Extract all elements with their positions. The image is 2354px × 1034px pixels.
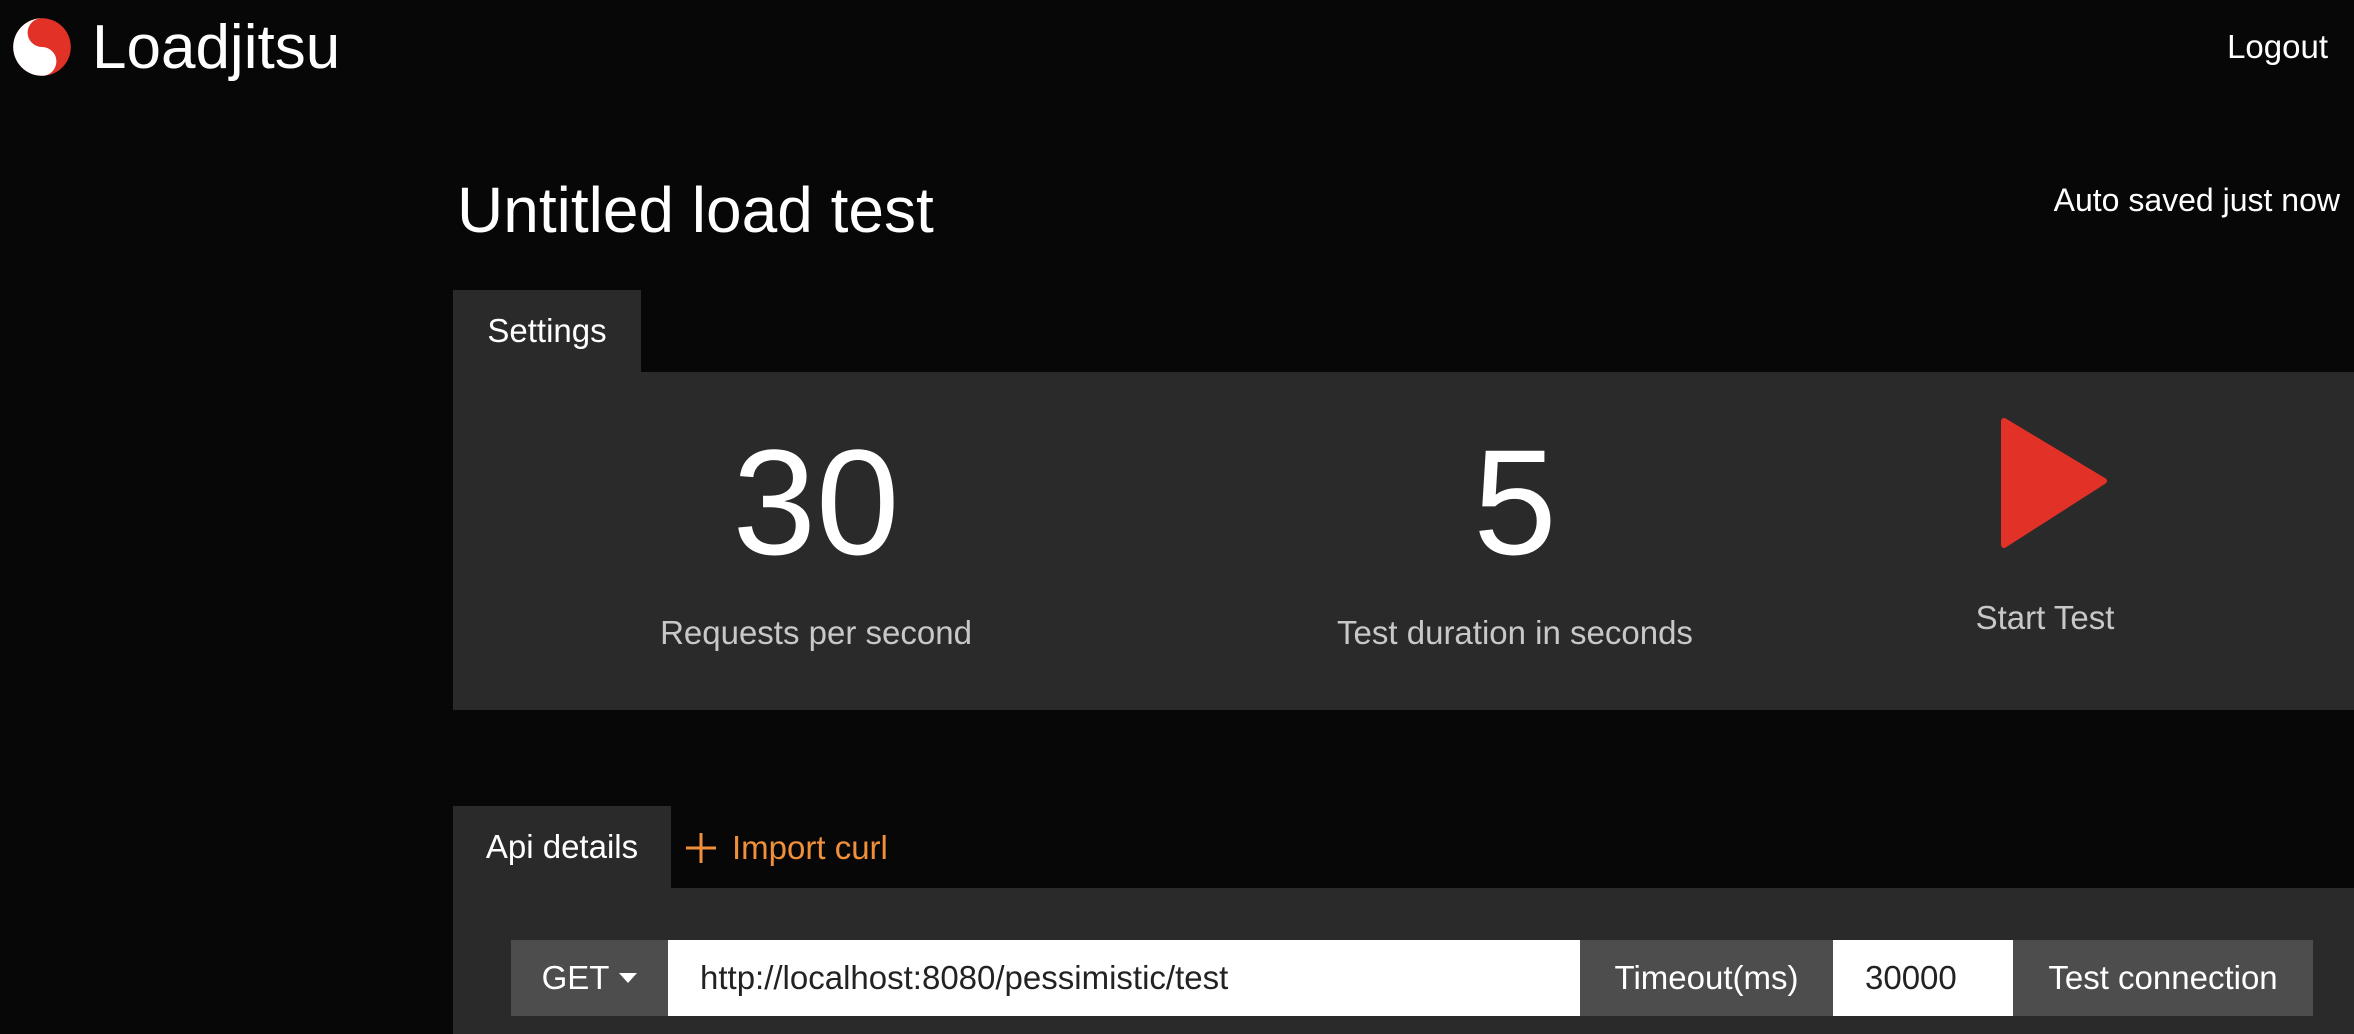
autosave-status: Auto saved just now (2053, 182, 2340, 218)
play-icon[interactable] (2000, 417, 2110, 549)
caret-down-icon (619, 973, 638, 983)
logout-button[interactable]: Logout (2227, 26, 2328, 68)
timeout-input[interactable] (1833, 940, 2013, 1016)
tab-api-details-label: Api details (485, 828, 639, 865)
tab-api-details[interactable]: Api details (453, 806, 671, 888)
timeout-label: Timeout(ms) (1580, 940, 1833, 1016)
import-curl-button[interactable]: Import curl (684, 826, 888, 870)
duration-label: Test duration in seconds (1337, 614, 1693, 651)
plus-icon (686, 833, 716, 863)
settings-panel: 30 Requests per second 5 Test duration i… (453, 372, 2354, 710)
tab-settings-label: Settings (487, 312, 607, 349)
test-connection-button[interactable]: Test connection (2013, 940, 2313, 1016)
request-row: GET Timeout(ms) Test connection (511, 940, 2313, 1016)
app-name: Loadjitsu (92, 13, 341, 82)
api-details-panel: GET Timeout(ms) Test connection (453, 888, 2354, 1034)
requests-per-second-value[interactable]: 30 (641, 422, 991, 582)
start-test-label: Start Test (1975, 599, 2115, 636)
url-input[interactable] (668, 940, 1580, 1016)
tab-settings[interactable]: Settings (453, 290, 641, 372)
import-curl-label: Import curl (732, 829, 888, 866)
http-method-dropdown[interactable]: GET (511, 940, 668, 1016)
http-method-value: GET (541, 959, 610, 996)
requests-per-second-label: Requests per second (660, 614, 972, 651)
start-test-button[interactable]: Start Test (1940, 417, 2150, 657)
duration-value[interactable]: 5 (1315, 422, 1715, 582)
yin-yang-icon (13, 18, 71, 76)
top-bar: Loadjitsu Logout (0, 0, 2354, 100)
page-title[interactable]: Untitled load test (457, 172, 934, 248)
